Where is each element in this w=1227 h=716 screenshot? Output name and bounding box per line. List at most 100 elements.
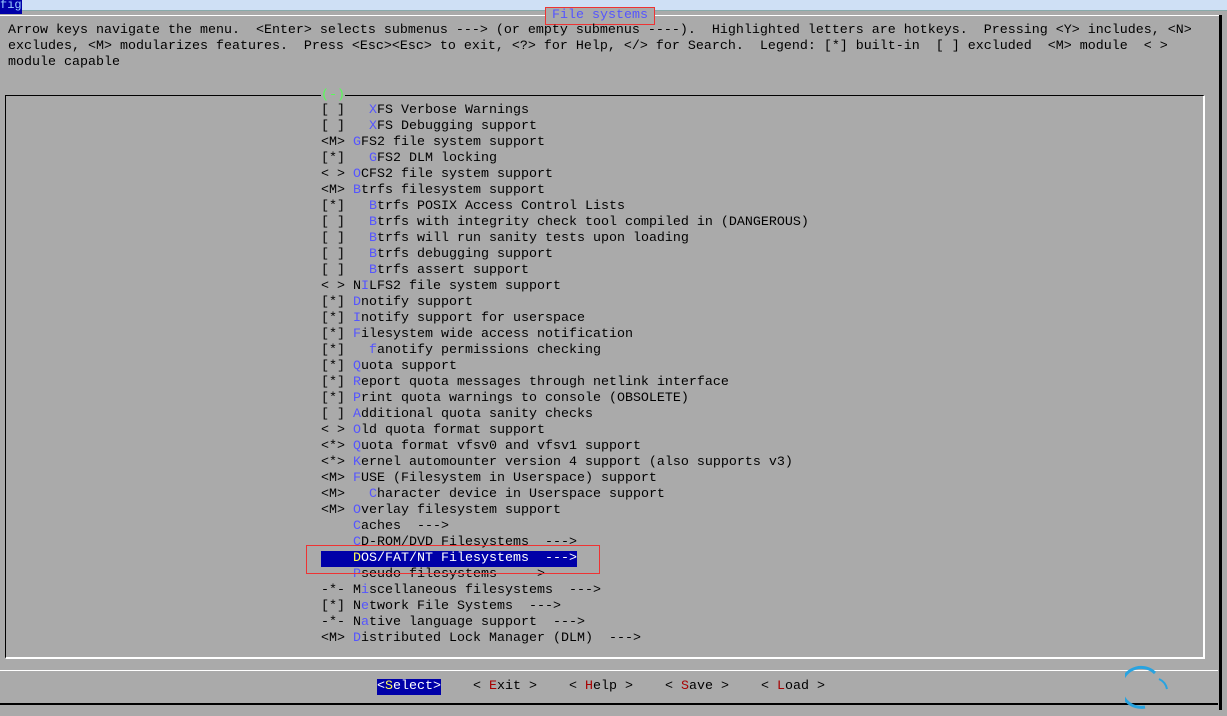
item-label: Character device in Userspace support xyxy=(369,487,665,502)
menu-item[interactable]: [*] Btrfs POSIX Access Control Lists xyxy=(321,199,625,215)
menu-item[interactable]: <M> GFS2 file system support xyxy=(321,135,545,151)
item-state[interactable]: [ ] xyxy=(321,263,345,278)
menu-item[interactable]: [*] Report quota messages through netlin… xyxy=(321,375,729,391)
item-state[interactable]: <M> xyxy=(321,503,345,518)
hotkey-letter: B xyxy=(369,263,377,278)
menu-item[interactable]: [*] fanotify permissions checking xyxy=(321,343,601,359)
menu-item[interactable]: [ ] Btrfs with integrity check tool comp… xyxy=(321,215,809,231)
watermark-logo xyxy=(1119,665,1225,710)
menu-item[interactable]: [ ] Btrfs debugging support xyxy=(321,247,553,263)
menu-item[interactable]: <M> Character device in Userspace suppor… xyxy=(321,487,665,503)
menu-item[interactable]: [*] GFS2 DLM locking xyxy=(321,151,497,167)
menu-item[interactable]: [*] Dnotify support xyxy=(321,295,473,311)
menu-item[interactable]: < > NILFS2 file system support xyxy=(321,279,561,295)
menu-item[interactable]: [ ] Additional quota sanity checks xyxy=(321,407,593,423)
hotkey-letter: P xyxy=(353,391,361,406)
button-separator xyxy=(0,670,1218,671)
menu-item[interactable]: <M> Overlay filesystem support xyxy=(321,503,561,519)
menu-item[interactable]: [ ] XFS Debugging support xyxy=(321,119,537,135)
item-state[interactable] xyxy=(321,519,345,534)
item-label: XFS Debugging support xyxy=(369,119,537,134)
item-state[interactable]: [ ] xyxy=(321,247,345,262)
menu-item[interactable]: [*] Quota support xyxy=(321,359,457,375)
menu-item[interactable]: Caches ---> xyxy=(321,519,449,535)
menu-item[interactable]: [ ] Btrfs will run sanity tests upon loa… xyxy=(321,231,689,247)
menu-item[interactable]: <M> Btrfs filesystem support xyxy=(321,183,545,199)
hotkey-letter: f xyxy=(369,343,377,358)
item-state[interactable]: [*] xyxy=(321,295,345,310)
menu-item[interactable]: [*] Inotify support for userspace xyxy=(321,311,585,327)
menu-item[interactable]: [*] Print quota warnings to console (OBS… xyxy=(321,391,689,407)
item-label: Quota format vfsv0 and vfsv1 support xyxy=(353,439,641,454)
item-label: FUSE (Filesystem in Userspace) support xyxy=(353,471,657,486)
item-state[interactable]: <*> xyxy=(321,455,345,470)
menu-item[interactable]: [ ] XFS Verbose Warnings xyxy=(321,103,529,119)
item-state[interactable]: < > xyxy=(321,279,345,294)
hotkey-letter: I xyxy=(361,279,369,294)
item-state[interactable]: <M> xyxy=(321,183,345,198)
item-state[interactable]: [*] xyxy=(321,391,345,406)
item-label: Old quota format support xyxy=(353,423,545,438)
item-state[interactable]: [*] xyxy=(321,375,345,390)
hotkey-letter: A xyxy=(353,407,361,422)
item-state[interactable]: <*> xyxy=(321,439,345,454)
save-button[interactable]: < Save > xyxy=(665,679,729,695)
menu-item[interactable]: <*> Kernel automounter version 4 support… xyxy=(321,455,793,471)
menu-item[interactable]: [ ] Btrfs assert support xyxy=(321,263,529,279)
hotkey-letter: X xyxy=(369,119,377,134)
item-state[interactable]: [*] xyxy=(321,343,345,358)
item-state[interactable]: -*- xyxy=(321,583,345,598)
item-label: Btrfs will run sanity tests upon loading xyxy=(369,231,689,246)
load-button[interactable]: < Load > xyxy=(761,679,825,695)
item-label: Dnotify support xyxy=(353,295,473,310)
item-label: Network File Systems ---> xyxy=(353,599,561,614)
hotkey-letter: D xyxy=(353,631,361,646)
item-label: Filesystem wide access notification xyxy=(353,327,633,342)
item-state[interactable]: [*] xyxy=(321,199,345,214)
item-state[interactable]: [ ] xyxy=(321,215,345,230)
item-state[interactable]: <M> xyxy=(321,471,345,486)
hotkey-letter: O xyxy=(353,167,361,182)
hotkey-letter: B xyxy=(353,183,361,198)
item-state[interactable]: [ ] xyxy=(321,407,345,422)
item-state[interactable]: <M> xyxy=(321,135,345,150)
item-state[interactable]: [*] xyxy=(321,311,345,326)
item-state[interactable]: [*] xyxy=(321,599,345,614)
menu-item[interactable]: [*] Network File Systems ---> xyxy=(321,599,561,615)
item-state[interactable]: <M> xyxy=(321,631,345,646)
hotkey-letter: I xyxy=(353,311,361,326)
hotkey-letter: Q xyxy=(353,359,361,374)
menu-item[interactable]: <M> FUSE (Filesystem in Userspace) suppo… xyxy=(321,471,657,487)
exit-button[interactable]: < Exit > xyxy=(473,679,537,695)
item-state[interactable]: [*] xyxy=(321,359,345,374)
menu-item[interactable]: -*- Native language support ---> xyxy=(321,615,585,631)
watermark-swirl-icon xyxy=(1119,665,1168,709)
hotkey-letter: G xyxy=(353,135,361,150)
hotkey-letter: Q xyxy=(353,439,361,454)
item-label: Native language support ---> xyxy=(353,615,585,630)
window-tab[interactable]: fig xyxy=(0,0,22,14)
item-state[interactable]: [*] xyxy=(321,327,345,342)
item-state[interactable]: < > xyxy=(321,423,345,438)
help-line-3: module capable xyxy=(8,55,120,70)
item-state[interactable]: -*- xyxy=(321,615,345,630)
hotkey-letter: C xyxy=(353,519,361,534)
item-label: Btrfs assert support xyxy=(369,263,529,278)
item-label: Distributed Lock Manager (DLM) ---> xyxy=(353,631,641,646)
item-label: NILFS2 file system support xyxy=(353,279,561,294)
item-state[interactable]: <M> xyxy=(321,487,345,502)
hotkey-letter: a xyxy=(361,615,369,630)
menu-item[interactable]: < > Old quota format support xyxy=(321,423,545,439)
menu-item[interactable]: -*- Miscellaneous filesystems ---> xyxy=(321,583,601,599)
item-state[interactable]: [*] xyxy=(321,151,345,166)
item-state[interactable]: [ ] xyxy=(321,119,345,134)
menu-item[interactable]: <M> Distributed Lock Manager (DLM) ---> xyxy=(321,631,641,647)
menu-item[interactable]: < > OCFS2 file system support xyxy=(321,167,553,183)
menu-item[interactable]: <*> Quota format vfsv0 and vfsv1 support xyxy=(321,439,641,455)
item-state[interactable]: [ ] xyxy=(321,231,345,246)
help-button[interactable]: < Help > xyxy=(569,679,633,695)
bottom-border xyxy=(0,703,1218,705)
item-state[interactable]: [ ] xyxy=(321,103,345,118)
item-state[interactable]: < > xyxy=(321,167,345,182)
menu-item[interactable]: [*] Filesystem wide access notification xyxy=(321,327,633,343)
